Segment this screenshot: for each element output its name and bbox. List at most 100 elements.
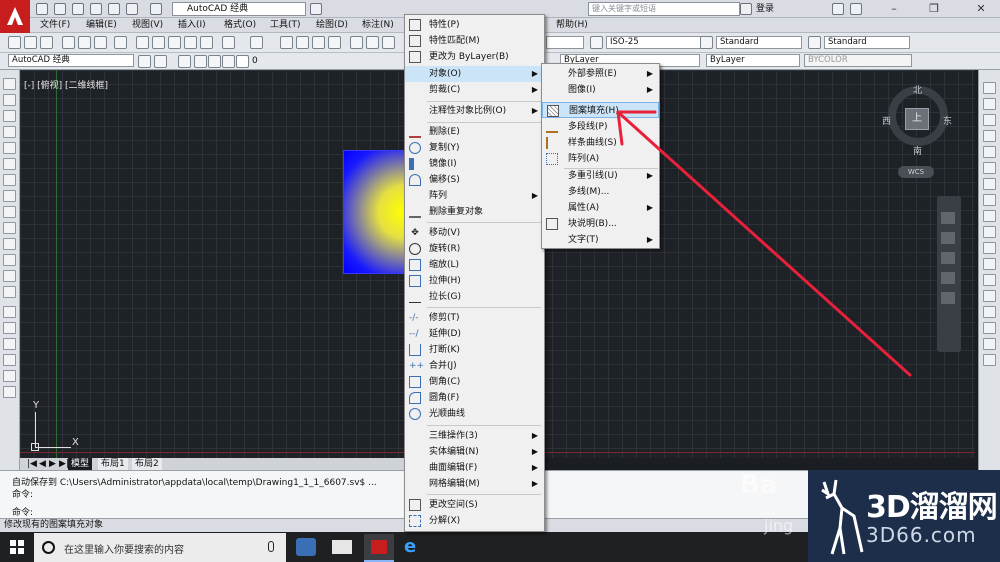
menu-item-erase[interactable]: 删除(E)	[405, 124, 544, 140]
paste-icon[interactable]	[168, 36, 181, 49]
polygon-icon[interactable]	[3, 126, 16, 138]
scroll-up-icon[interactable]	[983, 354, 996, 366]
layer-manager-icon[interactable]	[178, 55, 191, 68]
tablestyle-icon[interactable]	[808, 36, 821, 49]
menu-item-xref[interactable]: 外部参照(E) ▶	[542, 66, 659, 82]
move-icon[interactable]	[983, 162, 996, 174]
rectangle-icon[interactable]	[3, 142, 16, 154]
menu-item-fillet[interactable]: 圆角(F)	[405, 390, 544, 406]
gradient-icon[interactable]	[3, 322, 16, 334]
break-icon[interactable]	[983, 258, 996, 270]
menu-item-image[interactable]: 图像(I) ▶	[542, 82, 659, 98]
design-center-icon[interactable]	[366, 36, 379, 49]
copy-icon[interactable]	[152, 36, 165, 49]
scale-icon[interactable]	[983, 194, 996, 206]
menu-item-array[interactable]: 阵列 ▶	[405, 188, 544, 204]
menu-dimension[interactable]: 标注(N)	[362, 19, 394, 32]
trim-icon[interactable]	[983, 226, 996, 238]
region-icon[interactable]	[3, 338, 16, 350]
menu-item-object[interactable]: 对象(O) ▶	[405, 66, 544, 82]
menu-item-properties[interactable]: 特性(P)	[405, 17, 544, 33]
viewport-controls[interactable]: [-] [俯视] [二维线框]	[24, 78, 108, 91]
menu-item-explode[interactable]: 分解(X)	[405, 513, 544, 529]
taskbar-search[interactable]: 在这里输入你要搜索的内容	[34, 533, 286, 562]
minimize-icon[interactable]: –	[880, 0, 908, 18]
menu-item-clip[interactable]: 剪裁(C) ▶	[405, 82, 544, 98]
ellipse-icon[interactable]	[3, 222, 16, 234]
polyline-icon[interactable]	[3, 110, 16, 122]
explode-icon[interactable]	[983, 338, 996, 350]
new-icon[interactable]	[8, 36, 21, 49]
close-icon[interactable]: ✕	[962, 0, 1000, 18]
menu-item-3d-operations[interactable]: 三维操作(3) ▶	[405, 428, 544, 444]
redo-icon[interactable]	[150, 3, 162, 15]
workspace-select[interactable]: AutoCAD 经典	[172, 2, 306, 16]
join-icon[interactable]	[983, 274, 996, 286]
mtext-icon[interactable]	[3, 370, 16, 382]
menu-item-bylayer[interactable]: 更改为 ByLayer(B)	[405, 49, 544, 65]
menu-item-change-space[interactable]: 更改空间(S)	[405, 497, 544, 513]
menu-item-solid-editing[interactable]: 实体编辑(N) ▶	[405, 444, 544, 460]
copy-icon[interactable]	[983, 98, 996, 110]
menu-draw[interactable]: 绘图(D)	[316, 19, 348, 32]
workspace-toggle-icon[interactable]	[154, 55, 167, 68]
zoom-window-icon[interactable]	[312, 36, 325, 49]
menu-view[interactable]: 视图(V)	[132, 19, 163, 32]
dimstyle-combo[interactable]: ISO-25	[606, 36, 710, 49]
tool-palettes-icon[interactable]	[382, 36, 395, 49]
arc-icon[interactable]	[3, 158, 16, 170]
textstyle-tail-combo[interactable]	[546, 36, 584, 49]
save-icon[interactable]	[40, 36, 53, 49]
block-icon[interactable]	[200, 36, 213, 49]
menu-insert[interactable]: 插入(I)	[178, 19, 206, 32]
array-icon[interactable]	[983, 146, 996, 158]
search-input[interactable]: 键入关键字或短语	[588, 2, 740, 16]
blend-icon[interactable]	[983, 322, 996, 334]
menu-item-trim[interactable]: -/- 修剪(T)	[405, 310, 544, 326]
windows-start-icon[interactable]	[10, 540, 24, 554]
exchange-icon[interactable]	[832, 3, 844, 15]
video-app-icon[interactable]	[332, 540, 352, 554]
properties-icon[interactable]	[350, 36, 363, 49]
microphone-icon[interactable]	[268, 541, 274, 552]
autocad-logo[interactable]	[0, 0, 30, 34]
menu-item-blend[interactable]: 光顺曲线	[405, 406, 544, 422]
menu-help[interactable]: 帮助(H)	[556, 19, 588, 32]
open-icon[interactable]	[24, 36, 37, 49]
erase-icon[interactable]	[983, 82, 996, 94]
menu-tools[interactable]: 工具(T)	[270, 19, 301, 32]
chamfer-icon[interactable]	[983, 290, 996, 302]
hatch-icon[interactable]	[3, 306, 16, 318]
restore-icon[interactable]: ❐	[920, 0, 948, 18]
orbit-icon[interactable]	[941, 272, 955, 284]
autocad-taskbar-icon[interactable]	[364, 534, 394, 562]
edge-icon[interactable]: e	[404, 538, 422, 556]
mirror-icon[interactable]	[983, 114, 996, 126]
menu-item-mesh-editing[interactable]: 网格编辑(M) ▶	[405, 476, 544, 492]
point-icon[interactable]	[3, 286, 16, 298]
zoom-realtime-icon[interactable]	[296, 36, 309, 49]
menu-item-copy[interactable]: 复制(Y)	[405, 140, 544, 156]
menu-item-extend[interactable]: --/延伸(D)	[405, 326, 544, 342]
menu-item-stretch[interactable]: 拉伸(H)	[405, 273, 544, 289]
tab-model[interactable]: 模型	[68, 458, 93, 470]
new-icon[interactable]	[36, 3, 48, 15]
compass-east[interactable]: 东	[943, 114, 952, 127]
paint-app-icon[interactable]	[296, 538, 316, 556]
save-icon[interactable]	[72, 3, 84, 15]
pan-icon[interactable]	[280, 36, 293, 49]
compass-north[interactable]: 北	[913, 83, 922, 96]
fillet-icon[interactable]	[983, 306, 996, 318]
tab-layout2[interactable]: 布局2	[132, 458, 162, 470]
menu-item-lengthen[interactable]: 拉长(G)	[405, 289, 544, 305]
command-input[interactable]: 命令:	[12, 505, 33, 518]
help-icon[interactable]	[850, 3, 862, 15]
showmotion-icon[interactable]	[941, 292, 955, 304]
gradient-hatch-object[interactable]	[343, 150, 405, 274]
menu-item-scale[interactable]: 缩放(L)	[405, 257, 544, 273]
open-icon[interactable]	[54, 3, 66, 15]
menu-item-surface-editing[interactable]: 曲面编辑(F) ▶	[405, 460, 544, 476]
menu-item-break[interactable]: 打断(K)	[405, 342, 544, 358]
extend-icon[interactable]	[983, 242, 996, 254]
circle-icon[interactable]	[3, 174, 16, 186]
